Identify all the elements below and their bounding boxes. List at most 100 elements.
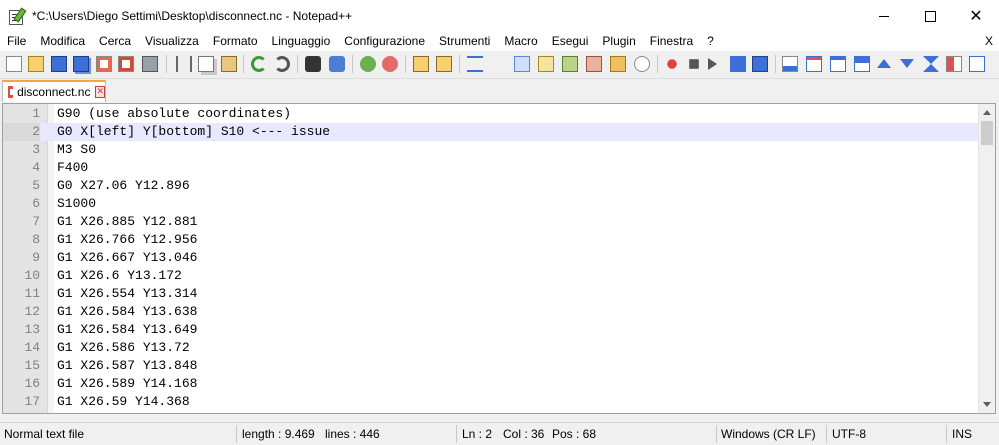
- menu-configurazione[interactable]: Configurazione: [337, 32, 432, 51]
- zoom-out-icon[interactable]: [382, 56, 398, 72]
- line-text: G1 X26.584 Y13.649: [57, 322, 198, 337]
- close-document-button[interactable]: X: [985, 32, 993, 51]
- find-icon[interactable]: [305, 56, 321, 72]
- code-line[interactable]: 13 G1 X26.584 Y13.649: [3, 321, 978, 339]
- move-up-icon[interactable]: [877, 59, 891, 68]
- tab-close-icon[interactable]: ✕: [95, 86, 105, 98]
- toolbar-separator: [657, 55, 658, 73]
- tab-disconnect-nc[interactable]: disconnect.nc ✕: [2, 80, 106, 102]
- cut-icon[interactable]: [176, 56, 192, 72]
- code-line[interactable]: 9 G1 X26.667 Y13.046: [3, 249, 978, 267]
- column-icon[interactable]: [806, 56, 822, 72]
- zoom-in-icon[interactable]: [360, 56, 376, 72]
- menu-linguaggio[interactable]: Linguaggio: [265, 32, 338, 51]
- play-macro-icon[interactable]: [708, 58, 717, 70]
- monitoring-icon[interactable]: [634, 56, 650, 72]
- scroll-up-icon[interactable]: [983, 110, 991, 115]
- insert-icon[interactable]: [782, 56, 798, 72]
- line-number: 2: [3, 123, 40, 141]
- menu-cerca[interactable]: Cerca: [92, 32, 138, 51]
- code-line[interactable]: 8 G1 X26.766 Y12.956: [3, 231, 978, 249]
- scrollbar-thumb[interactable]: [981, 121, 993, 145]
- current-line[interactable]: 2 G0 X[left] Y[bottom] S10 <--- issue: [3, 123, 978, 141]
- copy-icon[interactable]: [198, 56, 214, 72]
- editor[interactable]: 1 G90 (use absolute coordinates) 2 G0 X[lef…: [2, 103, 996, 414]
- collapse-icon[interactable]: [923, 56, 939, 72]
- line-text: G1 X26.59 Y14.368: [57, 394, 190, 409]
- sync-vertical-icon[interactable]: [413, 56, 429, 72]
- spell-check-icon[interactable]: [969, 56, 985, 72]
- code-line[interactable]: 5 G0 X27.06 Y12.896: [3, 177, 978, 195]
- save-icon[interactable]: [51, 56, 67, 72]
- code-line[interactable]: 12 G1 X26.584 Y13.638: [3, 303, 978, 321]
- menu-finestra[interactable]: Finestra: [643, 32, 700, 51]
- save-macro-icon[interactable]: [752, 56, 768, 72]
- code-line[interactable]: 14 G1 X26.586 Y13.72: [3, 339, 978, 357]
- new-file-icon[interactable]: [6, 56, 22, 72]
- close-window-button[interactable]: ✕: [953, 0, 999, 32]
- open-file-icon[interactable]: [28, 56, 44, 72]
- code-line[interactable]: 18 G1 X26.591 Y14.643: [3, 411, 978, 413]
- replace-icon[interactable]: [329, 56, 345, 72]
- code-line[interactable]: 7 G1 X26.885 Y12.881: [3, 213, 978, 231]
- run-macro-multiple-icon[interactable]: [730, 56, 746, 72]
- sort-icon[interactable]: [854, 56, 870, 72]
- stop-record-icon[interactable]: [689, 59, 699, 69]
- function-list-icon[interactable]: [586, 56, 602, 72]
- minimize-icon: [879, 15, 889, 17]
- code-line[interactable]: 1 G90 (use absolute coordinates): [3, 105, 978, 123]
- code-line[interactable]: 15 G1 X26.587 Y13.848: [3, 357, 978, 375]
- menu-macro[interactable]: Macro: [497, 32, 544, 51]
- toolbar: [0, 51, 999, 79]
- folder-workspace-icon[interactable]: [610, 56, 626, 72]
- line-number: 13: [24, 322, 40, 337]
- line-number: 5: [32, 178, 40, 193]
- compare-icon[interactable]: [946, 56, 962, 72]
- close-file-icon[interactable]: [96, 56, 112, 72]
- print-icon[interactable]: [142, 56, 158, 72]
- indent-guide-icon[interactable]: [514, 56, 530, 72]
- line-text: G1 X26.584 Y13.638: [57, 304, 198, 319]
- menu-strumenti[interactable]: Strumenti: [432, 32, 497, 51]
- code-line[interactable]: 16 G1 X26.589 Y14.168: [3, 375, 978, 393]
- maximize-button[interactable]: [907, 0, 953, 32]
- toolbar-separator: [775, 55, 776, 73]
- paste-icon[interactable]: [221, 56, 237, 72]
- scroll-down-icon[interactable]: [983, 402, 991, 407]
- line-number: 9: [32, 250, 40, 265]
- move-down-icon[interactable]: [900, 59, 914, 68]
- code-line[interactable]: 10 G1 X26.6 Y13.172: [3, 267, 978, 285]
- save-all-icon[interactable]: [73, 56, 89, 72]
- menu-plugin[interactable]: Plugin: [595, 32, 642, 51]
- show-all-characters-icon[interactable]: [490, 56, 506, 72]
- menu-formato[interactable]: Formato: [206, 32, 265, 51]
- window-title: *C:\Users\Diego Settimi\Desktop\disconne…: [32, 9, 353, 23]
- toolbar-separator: [459, 55, 460, 73]
- menu-esegui[interactable]: Esegui: [545, 32, 596, 51]
- line-number: 8: [32, 232, 40, 247]
- menu-file[interactable]: File: [0, 32, 33, 51]
- list-icon[interactable]: [830, 56, 846, 72]
- close-all-icon[interactable]: [118, 56, 134, 72]
- menu-help[interactable]: ?: [700, 32, 721, 51]
- redo-icon[interactable]: [274, 56, 290, 72]
- code-line[interactable]: 4 F400: [3, 159, 978, 177]
- menu-modifica[interactable]: Modifica: [33, 32, 92, 51]
- document-map-icon[interactable]: [562, 56, 578, 72]
- undo-icon[interactable]: [251, 56, 267, 72]
- line-text: G1 X26.766 Y12.956: [57, 232, 198, 247]
- code-line[interactable]: 6 S1000: [3, 195, 978, 213]
- vertical-scrollbar[interactable]: [978, 104, 995, 413]
- code-line[interactable]: 11 G1 X26.554 Y13.314: [3, 285, 978, 303]
- word-wrap-icon[interactable]: [467, 56, 483, 72]
- line-text: G1 X26.885 Y12.881: [57, 214, 198, 229]
- line-text: G1 X26.591 Y14.643: [57, 411, 197, 413]
- user-language-icon[interactable]: [538, 56, 554, 72]
- line-text: G0 X27.06 Y12.896: [57, 178, 190, 193]
- menu-visualizza[interactable]: Visualizza: [138, 32, 206, 51]
- record-macro-icon[interactable]: [667, 59, 677, 69]
- sync-horizontal-icon[interactable]: [436, 56, 452, 72]
- code-line[interactable]: 3 M3 S0: [3, 141, 978, 159]
- code-line[interactable]: 17 G1 X26.59 Y14.368: [3, 393, 978, 411]
- minimize-button[interactable]: [861, 0, 907, 32]
